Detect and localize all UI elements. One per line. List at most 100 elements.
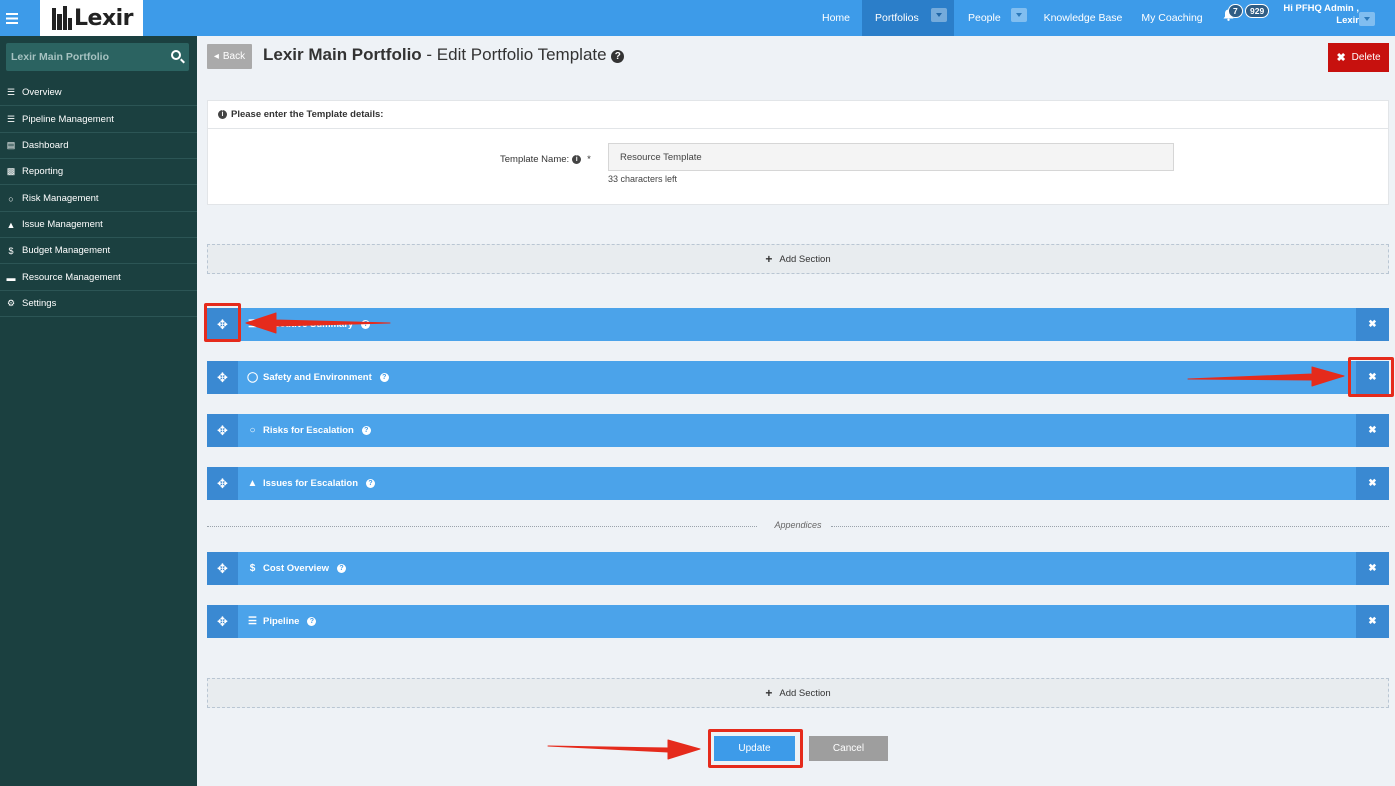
sidebar-item-label: Budget Management <box>22 245 111 256</box>
template-details-panel: i Please enter the Template details: Tem… <box>207 100 1389 205</box>
details-heading: i Please enter the Template details: <box>208 101 1388 129</box>
section-title: Issues for Escalation <box>263 478 359 489</box>
help-icon[interactable]: ? <box>307 617 317 626</box>
sidebar-item-reporting[interactable]: ▩ Reporting <box>0 159 197 185</box>
section-cost-overview[interactable]: ✥ $ Cost Overview ? ✖ <box>207 552 1389 585</box>
section-label: $ Cost Overview ? <box>247 552 346 585</box>
bar-chart-icon: ▩ <box>6 166 16 176</box>
section-title: Executive Summary <box>263 319 354 330</box>
alerts-count-badge[interactable]: 7 <box>1228 4 1243 18</box>
back-button-label: Back <box>222 51 246 62</box>
globe-icon: ◯ <box>247 372 259 383</box>
remove-section-button[interactable]: ✖ <box>1356 467 1389 500</box>
delete-button-label: Delete <box>1351 52 1381 63</box>
sidebar-item-settings[interactable]: ⚙ Settings <box>0 291 197 317</box>
template-name-input[interactable] <box>608 143 1174 171</box>
sidebar-item-risk-management[interactable]: ○ Risk Management <box>0 186 197 212</box>
chevron-down-icon[interactable] <box>1359 12 1375 26</box>
building-logo-icon <box>52 6 72 30</box>
delete-button[interactable]: ✖ Delete <box>1328 43 1389 72</box>
sidebar-item-pipeline-management[interactable]: ☰ Pipeline Management <box>0 107 197 133</box>
section-safety-and-environment[interactable]: ✥ ◯ Safety and Environment ? ✖ <box>207 361 1389 394</box>
portfolio-search-input[interactable]: Lexir Main Portfolio <box>11 51 109 63</box>
nav-home[interactable]: Home <box>813 0 859 36</box>
section-label: ☰ Pipeline ? <box>247 605 317 638</box>
section-risks-for-escalation[interactable]: ✥ ○ Risks for Escalation ? ✖ <box>207 414 1389 447</box>
sidebar-item-label: Issue Management <box>22 219 103 230</box>
section-label: ○ Risks for Escalation ? <box>247 414 371 447</box>
close-icon: ✖ <box>1368 478 1377 489</box>
move-icon[interactable]: ✥ <box>207 605 238 638</box>
folder-icon: ▬ <box>6 272 16 283</box>
close-icon: ✖ <box>1368 563 1377 574</box>
help-icon[interactable]: ? <box>379 373 389 382</box>
cancel-button[interactable]: Cancel <box>809 736 888 761</box>
info-icon: i <box>218 110 227 119</box>
help-icon[interactable]: ? <box>611 50 625 63</box>
add-section-button[interactable]: + Add Section <box>207 678 1389 708</box>
back-arrow-icon: ◂ <box>213 51 219 62</box>
info-icon[interactable]: i <box>572 155 582 164</box>
section-issues-for-escalation[interactable]: ✥ ▲ Issues for Escalation ? ✖ <box>207 467 1389 500</box>
template-name-label: Template Name: i * <box>500 154 591 165</box>
portfolio-search[interactable]: Lexir Main Portfolio <box>6 43 189 71</box>
section-executive-summary[interactable]: ✥ ☰ Executive Summary ? ✖ <box>207 308 1389 341</box>
help-icon[interactable]: ? <box>366 479 376 488</box>
nav-portfolios[interactable]: Portfolios <box>862 0 954 36</box>
sidebar-item-budget-management[interactable]: $ Budget Management <box>0 238 197 264</box>
required-mark: * <box>587 154 591 165</box>
plus-icon: + <box>765 252 773 266</box>
search-icon[interactable] <box>171 50 181 60</box>
remove-section-button[interactable]: ✖ <box>1356 414 1389 447</box>
annotation-highlight-box <box>1348 357 1394 397</box>
sidebar-item-label: Resource Management <box>22 272 121 283</box>
characters-left-counter: 33 characters left <box>608 174 678 184</box>
remove-section-button[interactable]: ✖ <box>1356 605 1389 638</box>
messages-count-badge[interactable]: 929 <box>1245 4 1270 18</box>
annotation-highlight-box <box>204 303 241 342</box>
sidebar-item-label: Dashboard <box>22 140 69 151</box>
sidebar-item-label: Risk Management <box>22 193 99 204</box>
list-icon: ☰ <box>248 616 257 627</box>
move-icon[interactable]: ✥ <box>207 361 238 394</box>
move-icon[interactable]: ✥ <box>207 414 238 447</box>
back-button[interactable]: ◂ Back <box>207 44 252 69</box>
lexir-logo[interactable]: Lexir <box>40 0 143 36</box>
nav-knowledge-base[interactable]: Knowledge Base <box>1038 0 1128 36</box>
sidebar: Lexir Main Portfolio ☰ Overview ☰ Pipeli… <box>0 36 197 786</box>
list-icon: ☰ <box>6 114 16 124</box>
appendices-label: Appendices <box>774 520 822 530</box>
help-icon[interactable]: ? <box>337 564 346 573</box>
text-icon: ☰ <box>248 319 257 330</box>
close-icon: ✖ <box>1336 52 1346 64</box>
hamburger-menu-icon[interactable] <box>0 0 24 36</box>
warning-icon: ▲ <box>6 219 16 230</box>
nav-my-coaching[interactable]: My Coaching <box>1134 0 1210 36</box>
sidebar-item-resource-management[interactable]: ▬ Resource Management <box>0 265 197 291</box>
add-section-button[interactable]: + Add Section <box>207 244 1389 274</box>
sidebar-item-label: Overview <box>22 87 62 98</box>
move-icon[interactable]: ✥ <box>207 552 238 585</box>
user-menu[interactable]: Hi PFHQ Admin , Lexir <box>1283 3 1359 27</box>
remove-section-button[interactable]: ✖ <box>1356 552 1389 585</box>
section-pipeline[interactable]: ✥ ☰ Pipeline ? ✖ <box>207 605 1389 638</box>
sidebar-item-label: Settings <box>22 298 57 309</box>
user-greeting: Hi PFHQ Admin , <box>1283 3 1359 14</box>
help-icon[interactable]: ? <box>361 320 371 329</box>
nav-people[interactable]: People <box>954 0 1032 36</box>
help-icon[interactable]: ? <box>361 426 371 435</box>
chevron-down-icon[interactable] <box>1011 8 1027 22</box>
page-title-rest: - Edit Portfolio Template <box>421 45 607 64</box>
sidebar-item-label: Pipeline Management <box>22 114 114 125</box>
move-icon[interactable]: ✥ <box>207 467 238 500</box>
list-icon: ☰ <box>6 87 16 97</box>
sidebar-item-dashboard[interactable]: ▤ Dashboard <box>0 133 197 159</box>
sidebar-item-label: Reporting <box>22 166 64 177</box>
chevron-down-icon[interactable] <box>931 8 947 22</box>
sidebar-item-overview[interactable]: ☰ Overview <box>0 80 197 106</box>
sidebar-item-issue-management[interactable]: ▲ Issue Management <box>0 212 197 238</box>
section-label: ☰ Executive Summary ? <box>247 308 371 341</box>
cogs-icon: ⚙ <box>6 298 16 308</box>
close-icon: ✖ <box>1368 319 1377 330</box>
remove-section-button[interactable]: ✖ <box>1356 308 1389 341</box>
